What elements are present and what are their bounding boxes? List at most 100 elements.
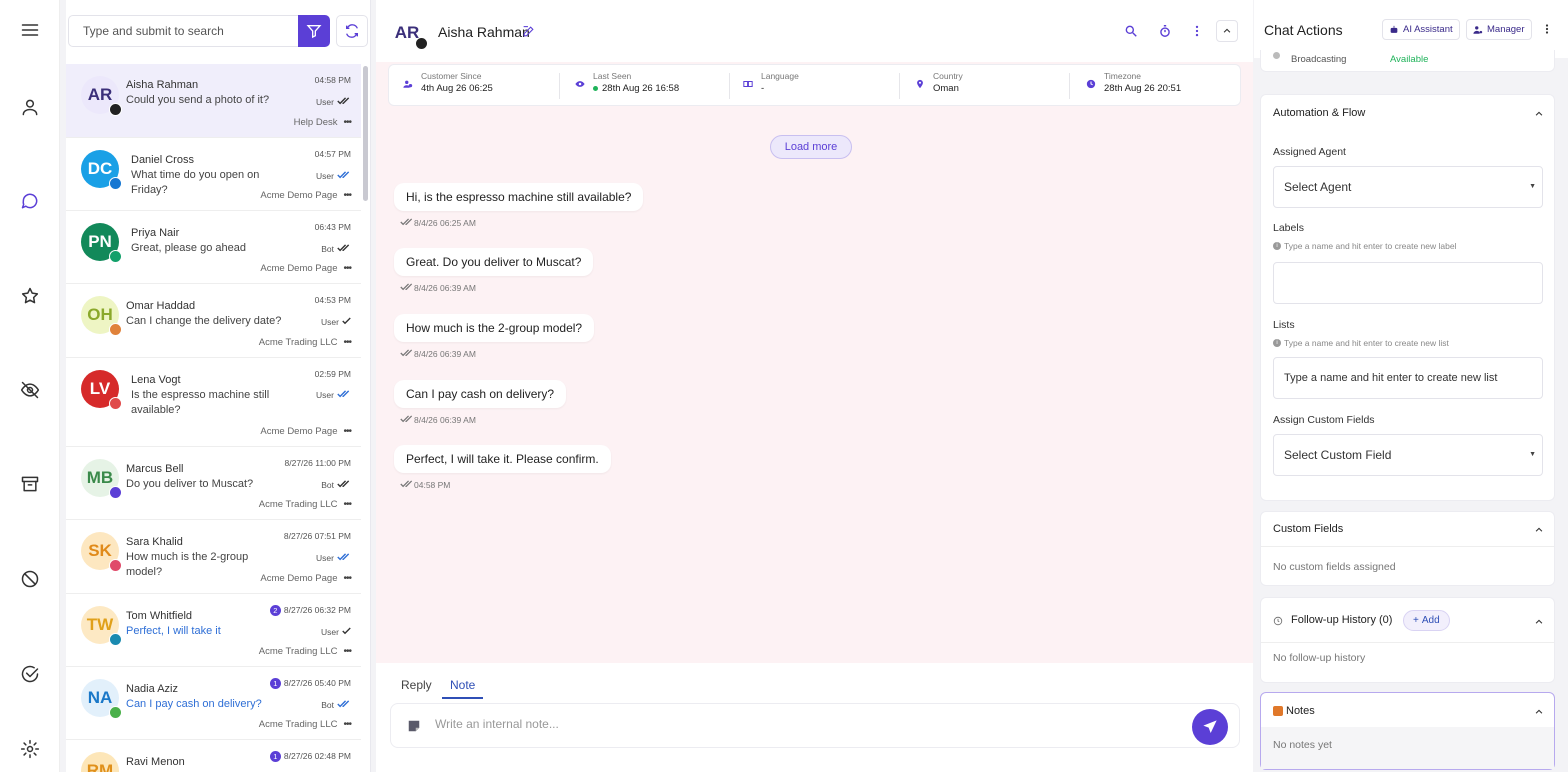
avatar: TW — [81, 606, 122, 646]
tab-reply[interactable]: Reply — [401, 678, 432, 697]
conversation-item[interactable]: NA Nadia Aziz Can I pay cash on delivery? 1… — [66, 667, 361, 740]
more-horizontal-icon[interactable]: ••• — [343, 263, 351, 274]
timestamp: 02:59 PM — [315, 369, 351, 379]
star-icon[interactable] — [18, 284, 42, 308]
chevron-up-icon[interactable] — [1534, 707, 1544, 717]
send-button[interactable] — [1192, 709, 1228, 745]
page-source: Acme Trading LLC ••• — [259, 499, 352, 510]
menu-icon[interactable] — [18, 18, 42, 42]
time-label: 02:59 PM — [314, 369, 351, 379]
select-custom-field-dropdown[interactable]: Select Custom Field ▼ — [1273, 434, 1543, 476]
role-label: User — [316, 390, 334, 400]
customer-info-bar: Customer Since 4th Aug 26 06:25 Last Seen… — [388, 64, 1241, 106]
chevron-up-icon[interactable] — [1534, 525, 1544, 535]
conversation-item[interactable]: RM Ravi Menon 1 8/27/26 02:48 PM — [66, 740, 361, 772]
plus-icon: + — [1413, 615, 1419, 626]
time-label: 06:43 PM — [314, 222, 351, 232]
avatar: RM — [81, 752, 119, 772]
lists-input[interactable]: Type a name and hit enter to create new … — [1273, 357, 1543, 399]
page-source: Acme Trading LLC ••• — [258, 719, 352, 730]
more-horizontal-icon[interactable]: ••• — [343, 117, 351, 128]
search-icon[interactable] — [1124, 24, 1138, 38]
more-horizontal-icon[interactable]: ••• — [343, 719, 351, 730]
gear-icon[interactable] — [18, 737, 42, 761]
eye-off-icon[interactable] — [18, 378, 42, 402]
info-label: Customer Since — [421, 71, 482, 81]
edit-icon[interactable] — [522, 25, 535, 38]
select-custom-field-value: Select Custom Field — [1284, 448, 1392, 462]
followup-card: Follow-up History (0) + Add No follow-up … — [1260, 597, 1555, 683]
info-value: Oman — [933, 83, 959, 94]
clock-icon — [1086, 79, 1096, 89]
tab-note[interactable]: Note — [442, 678, 484, 699]
filter-button[interactable] — [298, 15, 330, 47]
message-meta: 04:58 PM — [400, 480, 450, 490]
time-label: 04:58 PM — [314, 75, 351, 85]
page-name: Acme Trading LLC — [258, 337, 338, 348]
page-name: Help Desk — [293, 117, 338, 128]
search-input[interactable] — [68, 15, 298, 47]
avatar: AR — [388, 14, 428, 52]
add-followup-button[interactable]: + Add — [1403, 610, 1450, 631]
chevron-up-icon[interactable] — [1534, 617, 1544, 627]
more-horizontal-icon[interactable]: ••• — [343, 426, 351, 437]
conversation-item[interactable]: DC Daniel Cross What time do you open on F… — [66, 138, 361, 211]
more-horizontal-icon[interactable]: ••• — [343, 499, 351, 510]
more-horizontal-icon[interactable]: ••• — [343, 190, 351, 201]
timer-icon[interactable] — [1158, 24, 1172, 38]
labels-input[interactable] — [1273, 262, 1543, 304]
message-time: 8/4/26 06:39 AM — [414, 283, 476, 293]
check-circle-icon[interactable] — [18, 662, 42, 686]
avatar: NA — [81, 679, 122, 719]
load-more-button[interactable]: Load more — [770, 135, 852, 159]
caret-down-icon: ▼ — [1529, 451, 1536, 458]
conversation-item[interactable]: AR Aisha Rahman Could you send a photo of … — [66, 64, 361, 138]
more-vertical-icon[interactable] — [1190, 24, 1204, 38]
collapse-button[interactable] — [1216, 20, 1238, 42]
select-agent-dropdown[interactable]: Select Agent ▼ — [1273, 166, 1543, 208]
channel-badge-icon — [109, 177, 122, 190]
conversation-item[interactable]: MB Marcus Bell Do you deliver to Muscat? 8/… — [66, 447, 361, 520]
sender-role: User — [321, 627, 351, 637]
more-horizontal-icon[interactable]: ••• — [343, 573, 351, 584]
lists-label: Lists — [1273, 319, 1295, 331]
timestamp: 2 8/27/26 06:32 PM — [269, 605, 351, 616]
block-icon[interactable] — [18, 567, 42, 591]
manager-label: Manager — [1487, 24, 1525, 35]
manager-button[interactable]: Manager — [1466, 19, 1532, 40]
read-ticks-icon — [337, 390, 351, 400]
role-label: User — [316, 553, 334, 563]
conversation-item[interactable]: TW Tom Whitfield Perfect, I will take it 2 8… — [66, 594, 361, 667]
more-horizontal-icon[interactable]: ••• — [343, 337, 351, 348]
page-name: Acme Trading LLC — [258, 719, 338, 730]
divider — [559, 73, 560, 99]
conversation-item[interactable]: OH Omar Haddad Can I change the delivery d… — [66, 284, 361, 358]
broadcasting-status: Available — [1390, 54, 1429, 65]
more-horizontal-icon[interactable]: ••• — [343, 646, 351, 657]
refresh-button[interactable] — [336, 15, 368, 47]
chevron-up-icon[interactable] — [1534, 109, 1544, 119]
select-agent-value: Select Agent — [1284, 180, 1352, 194]
more-vertical-icon[interactable] — [1541, 22, 1553, 36]
last-message: Great, please go ahead — [131, 242, 246, 254]
conversation-item[interactable]: LV Lena Vogt Is the espresso machine still… — [66, 358, 361, 447]
ai-assistant-button[interactable]: AI Assistant — [1382, 19, 1460, 40]
archive-icon[interactable] — [18, 472, 42, 496]
list-scrollbar[interactable] — [363, 66, 368, 201]
contact-name: Priya Nair — [131, 227, 180, 239]
contact-name: Tom Whitfield — [126, 610, 193, 622]
time-label: 8/27/26 07:51 PM — [283, 531, 351, 541]
conversation-item[interactable]: SK Sara Khalid How much is the 2-group mod… — [66, 520, 361, 594]
divider — [729, 73, 730, 99]
page-name: Acme Demo Page — [260, 263, 338, 274]
notes-icon — [1273, 706, 1283, 716]
conversation-item[interactable]: PN Priya Nair Great, please go ahead 06:43 … — [66, 211, 361, 284]
contact-name: Ravi Menon — [126, 756, 185, 768]
note-input[interactable] — [435, 717, 1135, 731]
info-label: Language — [761, 71, 799, 81]
chat-icon[interactable] — [18, 189, 42, 213]
unread-count: 1 — [269, 678, 281, 689]
contact-name: Aisha Rahman — [126, 79, 199, 91]
person-icon[interactable] — [18, 95, 42, 119]
avatar-initials: TW — [86, 615, 114, 634]
